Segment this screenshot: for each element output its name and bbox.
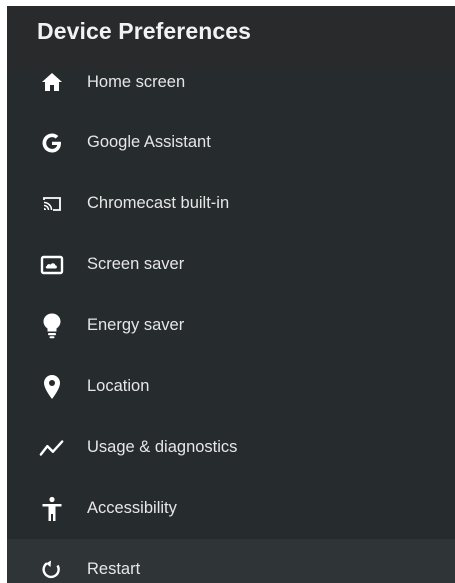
google-g-icon <box>39 130 65 156</box>
menu-item-label: Usage & diagnostics <box>87 438 238 456</box>
menu-item-label: Home screen <box>87 72 186 91</box>
menu-item-label: Restart <box>87 560 141 578</box>
menu-item-label: Accessibility <box>87 499 177 517</box>
menu-item-usage-diagnostics[interactable]: Usage & diagnostics <box>7 417 455 478</box>
restart-icon <box>39 557 65 583</box>
menu-item-home-screen[interactable]: Home screen <box>7 52 455 112</box>
location-pin-icon <box>39 374 65 400</box>
menu-item-chromecast[interactable]: Chromecast built-in <box>7 173 455 234</box>
menu-item-label: Chromecast built-in <box>87 194 230 212</box>
settings-panel: Device Preferences Home screen Google As… <box>7 6 455 583</box>
menu-item-accessibility[interactable]: Accessibility <box>7 478 455 539</box>
menu-item-screen-saver[interactable]: Screen saver <box>7 234 455 295</box>
accessibility-icon <box>39 496 65 522</box>
page-title: Device Preferences <box>37 18 252 44</box>
menu-item-location[interactable]: Location <box>7 356 455 417</box>
menu-item-label: Location <box>87 377 150 395</box>
preferences-menu: Home screen Google Assistant Chromecast … <box>7 52 455 583</box>
menu-item-restart[interactable]: Restart <box>7 539 455 583</box>
menu-item-label: Google Assistant <box>87 133 211 151</box>
usage-chart-icon <box>39 435 65 461</box>
menu-item-energy-saver[interactable]: Energy saver <box>7 295 455 356</box>
home-icon <box>39 69 65 95</box>
screen-saver-icon <box>39 252 65 278</box>
menu-item-label: Energy saver <box>87 316 185 334</box>
menu-item-label: Screen saver <box>87 255 185 273</box>
menu-item-google-assistant[interactable]: Google Assistant <box>7 112 455 173</box>
lightbulb-icon <box>39 313 65 339</box>
cast-icon <box>39 191 65 217</box>
